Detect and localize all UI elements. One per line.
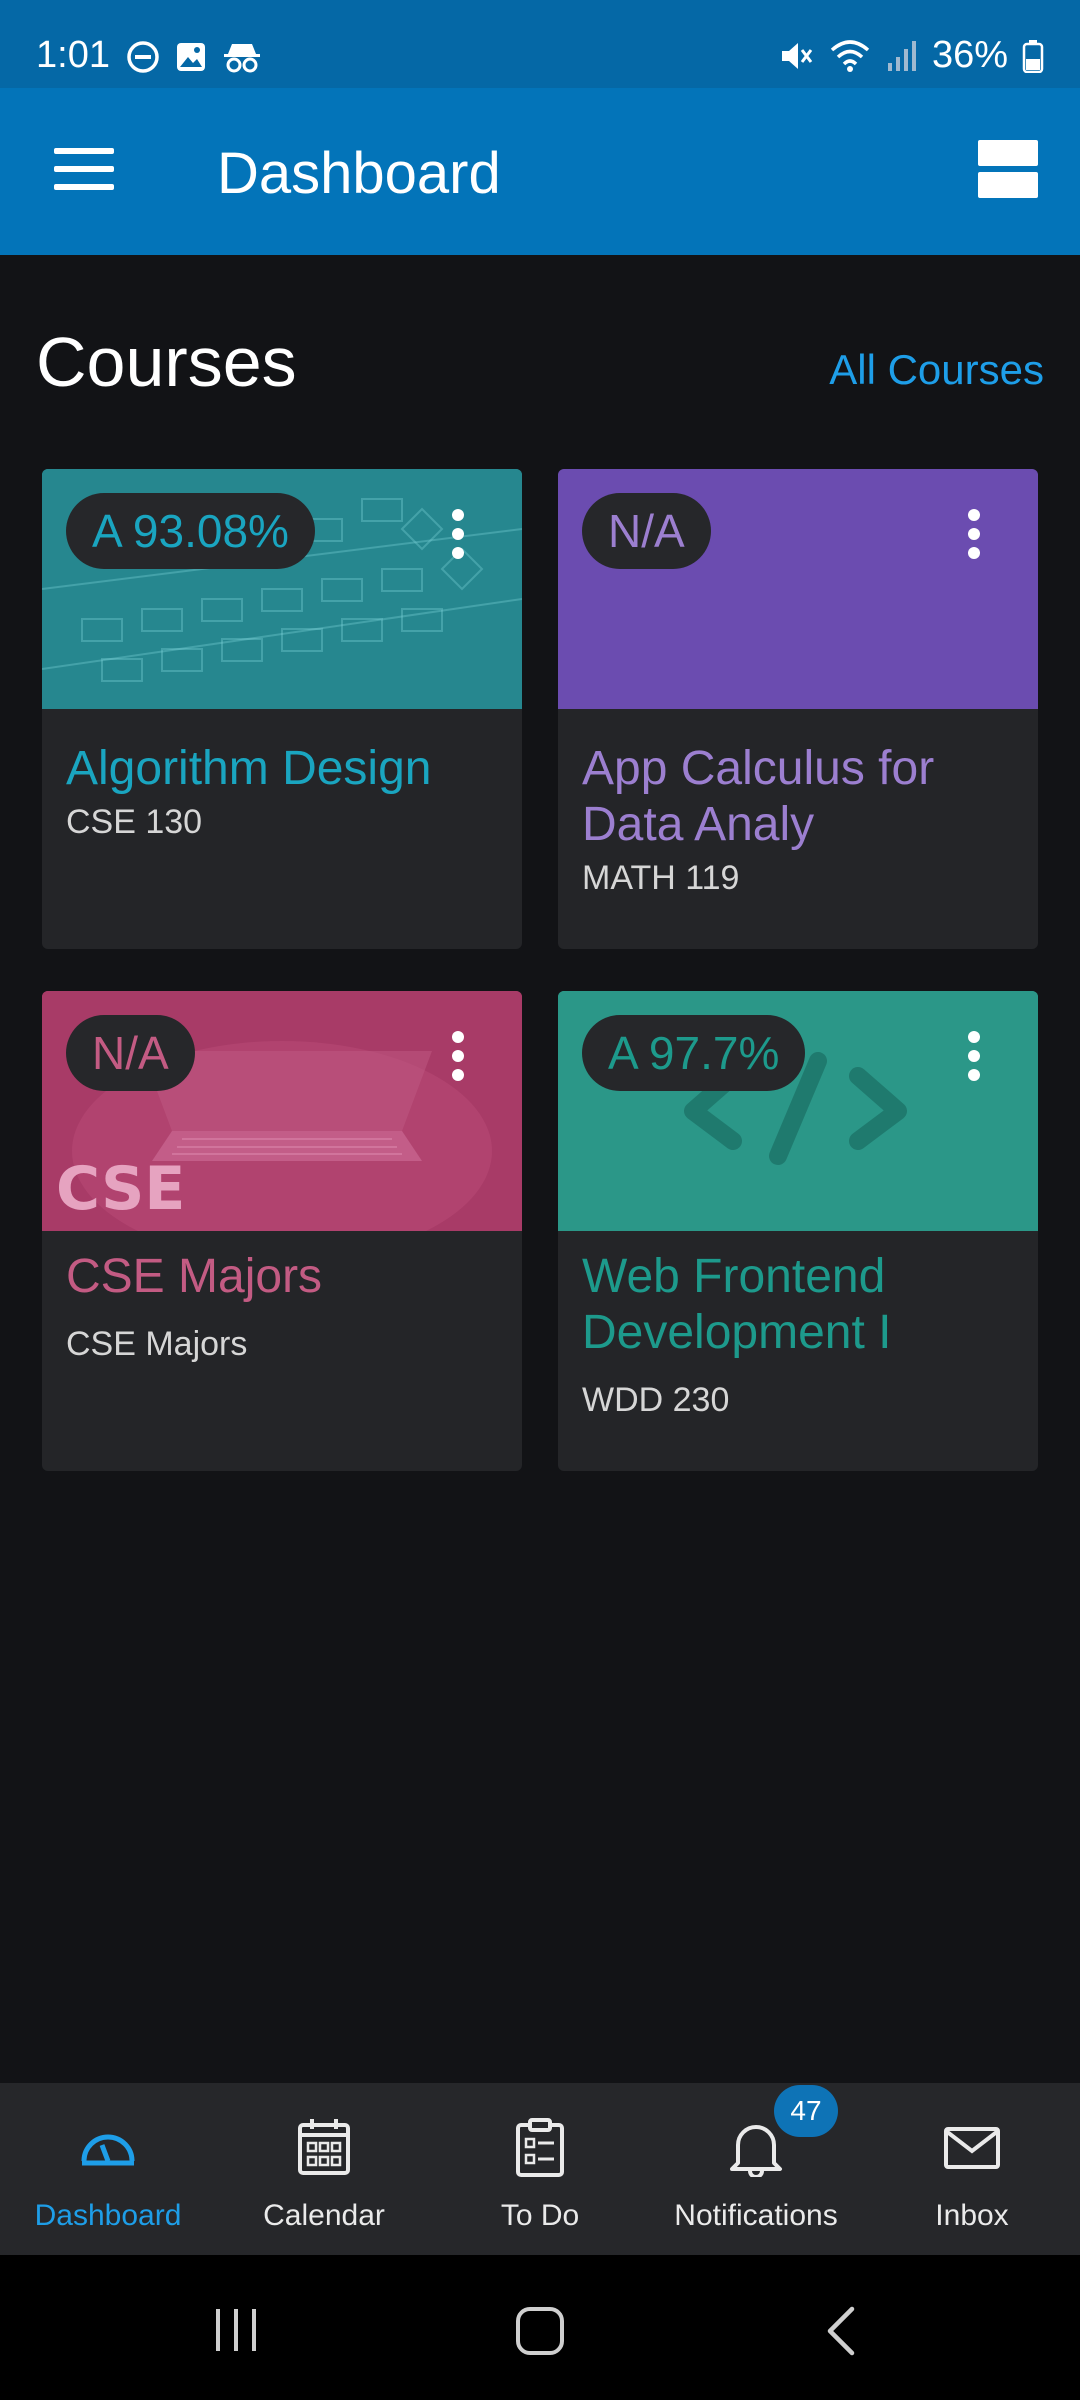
clipboard-icon [516, 2118, 564, 2177]
course-banner: CSE N/A [42, 991, 522, 1231]
nav-inbox[interactable]: Inbox [864, 2083, 1080, 2255]
recent-apps-icon[interactable] [212, 2305, 262, 2355]
status-time: 1:01 [36, 34, 110, 76]
battery-percent: 36% [931, 34, 1008, 76]
status-right-icons: 36% [778, 34, 1044, 77]
courses-heading: Courses [36, 323, 297, 401]
bell-icon [730, 2125, 782, 2177]
all-courses-link[interactable]: All Courses [829, 346, 1044, 394]
course-code: CSE 130 [66, 803, 203, 841]
course-name: Web Frontend Development I [582, 1250, 892, 1359]
mute-icon [781, 42, 813, 69]
more-options-icon[interactable] [968, 509, 982, 559]
grade-pill: N/A [582, 493, 711, 569]
banner-cse-text: CSE [56, 1154, 185, 1224]
more-options-icon[interactable] [452, 509, 466, 559]
status-left-icons [126, 40, 262, 74]
course-banner: A 93.08% [42, 469, 522, 709]
calendar-icon [298, 2119, 350, 2175]
notifications-badge: 47 [774, 2085, 838, 2137]
grade-pill: A 93.08% [66, 493, 315, 569]
course-code: MATH 119 [582, 859, 740, 897]
course-banner: N/A [558, 469, 1038, 709]
grade-pill: N/A [66, 1015, 195, 1091]
nav-label: Calendar [263, 2199, 385, 2232]
nav-label: Inbox [935, 2199, 1009, 2232]
layout-toggle-icon[interactable] [978, 140, 1038, 200]
wifi-icon [830, 39, 870, 72]
more-options-icon[interactable] [968, 1031, 982, 1081]
nav-calendar[interactable]: Calendar [216, 2083, 432, 2255]
do-not-disturb-icon [127, 41, 159, 73]
course-code: CSE Majors [66, 1325, 248, 1363]
more-options-icon[interactable] [452, 1031, 466, 1081]
course-card-web-frontend[interactable]: A 97.7% Web Frontend Development I WDD 2… [558, 991, 1038, 1471]
course-name: CSE Majors [66, 1250, 323, 1303]
back-icon[interactable] [822, 2303, 862, 2359]
system-navigation-bar [0, 2255, 1080, 2400]
nav-label: Dashboard [34, 2199, 182, 2232]
battery-icon [1022, 39, 1044, 73]
course-name: App Calculus for Data Analy [582, 742, 935, 851]
page-title: Dashboard [217, 141, 501, 206]
bottom-navigation: Dashboard Calendar To Do Notifications I… [0, 2083, 1080, 2255]
course-card-app-calculus[interactable]: N/A App Calculus for Data Analy MATH 119 [558, 469, 1038, 949]
home-icon[interactable] [514, 2305, 566, 2357]
course-code: WDD 230 [582, 1381, 730, 1419]
status-bar: 1:01 36% [0, 0, 1080, 88]
nav-todo[interactable]: To Do [432, 2083, 648, 2255]
nav-label: To Do [500, 2199, 580, 2232]
gallery-icon [177, 43, 205, 71]
mail-icon [944, 2127, 1000, 2169]
course-banner: A 97.7% [558, 991, 1038, 1231]
nav-label: Notifications [674, 2199, 838, 2232]
course-card-cse-majors[interactable]: CSE N/A CSE Majors CSE Majors [42, 991, 522, 1471]
dashboard-icon [81, 2134, 135, 2166]
course-card-algorithm-design[interactable]: A 93.08% Algorithm Design CSE 130 [42, 469, 522, 949]
signal-icon [887, 40, 916, 71]
incognito-icon [224, 44, 260, 73]
hamburger-menu-icon[interactable] [54, 148, 114, 198]
app-bar: Dashboard [0, 88, 1080, 255]
nav-dashboard[interactable]: Dashboard [0, 2083, 216, 2255]
grade-pill: A 97.7% [582, 1015, 806, 1091]
course-name: Algorithm Design [66, 742, 432, 795]
